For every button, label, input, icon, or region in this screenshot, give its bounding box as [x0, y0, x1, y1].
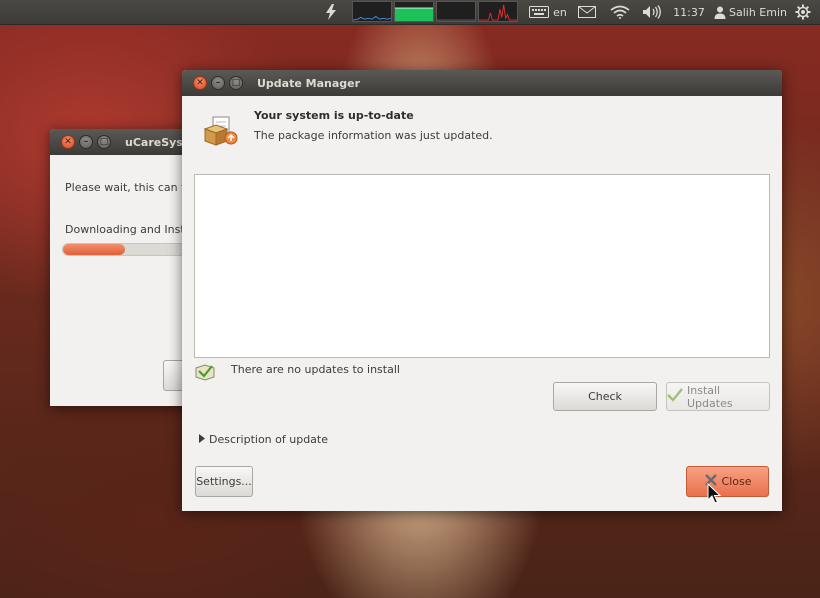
user-name[interactable]: Salih Emin	[729, 0, 787, 24]
ucare-progress-fill	[63, 244, 126, 255]
clock[interactable]: 11:37	[672, 0, 706, 24]
keyboard-layout[interactable]: en	[552, 0, 568, 24]
mail-icon[interactable]	[576, 0, 598, 24]
no-updates-icon	[194, 362, 216, 382]
network-monitor[interactable]	[436, 1, 476, 22]
settings-button[interactable]: Settings...	[195, 466, 253, 497]
status-subheading: The package information was just updated…	[254, 129, 493, 142]
checkmark-icon	[667, 388, 683, 405]
cpu-monitor[interactable]	[352, 1, 392, 22]
update-manager-window: ✕ – □ Update Manager Your system is up-t…	[182, 70, 782, 511]
disk-monitor[interactable]	[478, 1, 518, 22]
ucare-minimize-button[interactable]: –	[79, 135, 93, 149]
ucare-progress-bar	[62, 243, 202, 256]
keyboard-icon[interactable]	[528, 0, 550, 24]
updates-list[interactable]	[194, 174, 770, 358]
flash-icon[interactable]	[322, 0, 340, 24]
close-window-button[interactable]: ✕	[193, 76, 207, 90]
volume-icon[interactable]	[640, 0, 664, 24]
close-button[interactable]: Close	[686, 466, 769, 497]
description-label: Description of update	[209, 433, 329, 446]
description-expander[interactable]: Description of update	[198, 433, 328, 446]
check-button[interactable]: Check	[553, 382, 657, 411]
mouse-cursor-icon	[707, 482, 722, 505]
wifi-icon[interactable]	[608, 0, 632, 24]
memory-monitor[interactable]	[394, 1, 434, 22]
status-heading: Your system is up-to-date	[254, 109, 414, 122]
ucare-wait-message: Please wait, this can ta	[65, 181, 193, 194]
ucare-maximize-button[interactable]: □	[97, 135, 111, 149]
window-title: Update Manager	[257, 77, 361, 90]
ucare-status-text: Downloading and Instal	[65, 223, 195, 236]
install-updates-label: Install Updates	[687, 383, 733, 410]
minimize-window-button[interactable]: –	[211, 76, 225, 90]
check-button-label: Check	[588, 390, 622, 403]
no-updates-text: There are no updates to install	[231, 363, 400, 376]
maximize-window-button[interactable]: □	[229, 76, 243, 90]
session-gear-icon[interactable]	[792, 0, 814, 24]
close-button-label: Close	[721, 475, 752, 488]
expander-arrow-icon	[198, 433, 206, 446]
top-panel: en 11:37 Salih Emin	[0, 0, 820, 25]
update-manager-titlebar[interactable]: ✕ – □ Update Manager	[182, 70, 782, 96]
install-updates-button[interactable]: Install Updates	[666, 382, 770, 411]
user-icon[interactable]	[713, 0, 727, 24]
settings-button-label: Settings...	[196, 475, 252, 488]
ucare-close-button[interactable]: ✕	[61, 135, 75, 149]
package-update-icon	[202, 113, 240, 149]
